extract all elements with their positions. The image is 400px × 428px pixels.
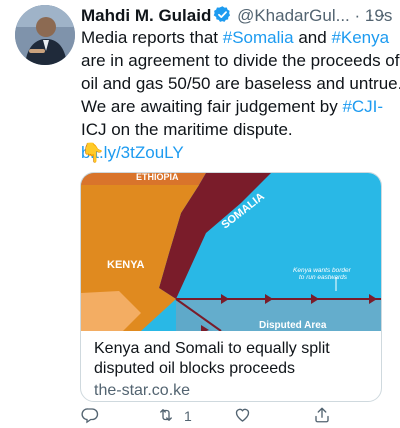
label-disputed-area: Disputed Area (259, 320, 327, 331)
tweet-header: Mahdi M. Gulaid @KhadarGul... · 19s ··· (81, 4, 393, 28)
label-ethiopia: ETHIOPIA (136, 173, 179, 182)
tweet-link[interactable]: bit.ly/3tZouLY (81, 141, 395, 164)
hashtag-cji[interactable]: #CJI- (342, 97, 383, 116)
heart-icon (233, 406, 252, 427)
reply-icon (81, 406, 99, 427)
card-title-line-2: disputed oil blocks proceeds (94, 360, 296, 377)
tweet[interactable]: Mahdi M. Gulaid @KhadarGul... · 19s ··· … (0, 0, 400, 428)
text-span: We are awaiting fair judgement by (81, 97, 343, 116)
hashtag-somalia[interactable]: #Somalia (223, 28, 294, 47)
hashtag-kenya[interactable]: #Kenya (331, 28, 389, 47)
avatar[interactable] (15, 5, 75, 65)
text-span: Media reports that (81, 28, 223, 47)
tweet-actions: 1 (81, 405, 381, 427)
retweet-icon (156, 406, 176, 427)
pointing-down-emoji: 👇 (81, 143, 105, 164)
card-title-line-1: Kenya and Somali to equally split (94, 340, 330, 357)
tweet-line-4: We are awaiting fair judgement by #CJI- (81, 95, 395, 118)
retweet-button[interactable]: 1 (156, 405, 192, 427)
share-button[interactable] (313, 405, 331, 427)
map-image: ETHIOPIA SOMALIA KENYA Kenya wants borde… (81, 173, 381, 331)
like-button[interactable] (233, 405, 252, 427)
card-domain: the-star.co.ke (94, 382, 191, 399)
retweet-count: 1 (184, 408, 192, 424)
link-card[interactable]: ETHIOPIA SOMALIA KENYA Kenya wants borde… (80, 172, 382, 402)
tweet-line-3: oil and gas 50/50 are baseless and untru… (81, 74, 400, 93)
label-annotation-1: Kenya wants border (293, 267, 352, 274)
tweet-line-1: Media reports that #Somalia and #Kenya (81, 26, 395, 49)
text-span: and (293, 28, 332, 47)
card-text: Kenya and Somali to equally split disput… (94, 339, 374, 401)
tweet-line-2: are in agreement to divide the proceeds … (81, 51, 400, 70)
reply-button[interactable] (81, 405, 99, 427)
separator-dot: · (354, 6, 361, 25)
label-kenya: KENYA (107, 259, 145, 271)
tweet-text: Media reports that #Somalia and #Kenya a… (81, 26, 400, 164)
share-icon (313, 406, 331, 427)
more-options-icon[interactable]: ··· (368, 4, 387, 28)
label-annotation-2: to run eastwards (299, 274, 348, 281)
author-name[interactable]: Mahdi M. Gulaid (81, 6, 211, 25)
author-handle[interactable]: @KhadarGul... (237, 6, 350, 25)
tweet-line-5: ICJ on the maritime dispute. (81, 120, 293, 139)
